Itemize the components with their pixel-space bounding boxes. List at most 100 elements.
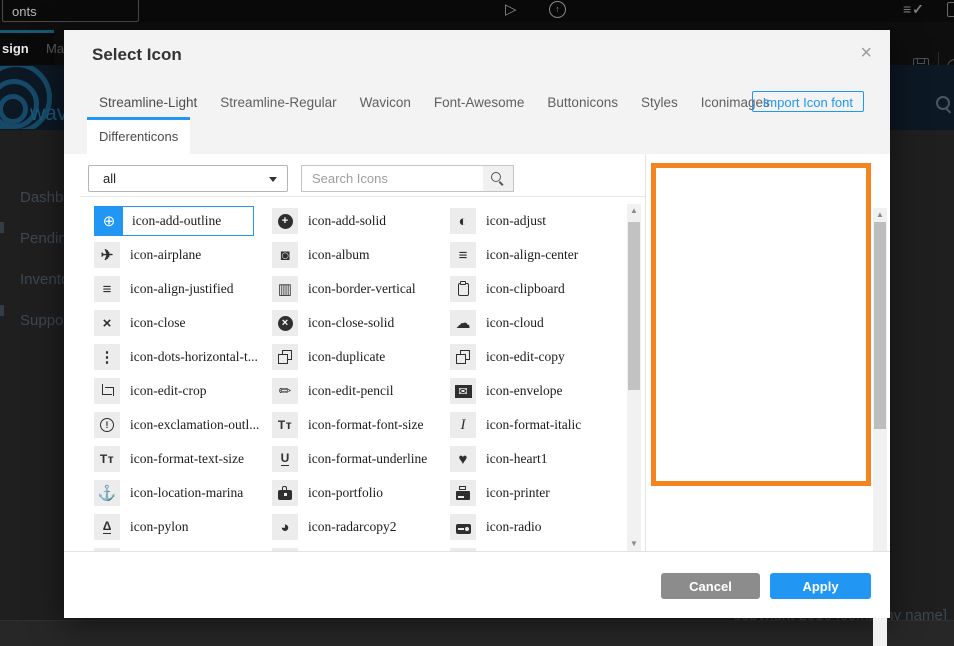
icon-format-underline-item[interactable]: Uicon-format-underline — [272, 444, 450, 474]
search-input[interactable] — [301, 165, 484, 192]
scroll-down-icon[interactable]: ▼ — [627, 539, 641, 549]
icon-close-solid-item[interactable]: × icon-close-solid — [272, 308, 450, 338]
scroll-up-icon[interactable]: ▲ — [627, 206, 641, 216]
sidebar-item-pendin[interactable]: Pendin — [20, 230, 67, 247]
search-button[interactable] — [483, 165, 514, 192]
briefcase-icon[interactable] — [947, 2, 954, 17]
icon-label: icon-envelope — [486, 383, 563, 398]
fonts-dropdown[interactable]: onts — [2, 0, 139, 22]
icon-album-item[interactable]: ◙ icon-album — [272, 240, 450, 270]
icon-exclamation-outl-item[interactable]: ! icon-exclamation-outl... — [94, 410, 272, 440]
upload-icon[interactable]: ↑ — [549, 1, 566, 18]
icon-adjust-item[interactable]: ◐ icon-adjust — [450, 206, 622, 236]
icon-printer-icon — [450, 480, 476, 506]
icon-pylon-item[interactable]: Δicon-pylon — [94, 512, 272, 542]
icon-border-vertical-icon: ▥ — [272, 276, 298, 302]
close-icon[interactable]: × — [860, 43, 872, 63]
dialog-title: Select Icon — [92, 45, 182, 64]
icon-format-italic-icon: I — [450, 412, 476, 438]
icon-label: icon-format-italic — [486, 417, 582, 432]
icon-cloud-item[interactable]: ☁ icon-cloud — [450, 308, 622, 338]
apply-button[interactable]: Apply — [770, 573, 871, 599]
icon-label: icon-add-solid — [308, 213, 386, 228]
dialog-header: Select Icon × — [64, 30, 890, 84]
icon-label: icon-align-center — [486, 247, 579, 262]
search-icon — [491, 172, 501, 182]
icon-edit-crop-item[interactable]: icon-edit-crop — [94, 376, 272, 406]
icon-format-italic-item[interactable]: Iicon-format-italic — [450, 410, 622, 440]
icon-label: icon-radio — [486, 519, 542, 534]
scroll-up-icon[interactable]: ▲ — [873, 210, 887, 220]
checklist-icon[interactable]: ≡✓ — [903, 1, 925, 18]
icon-label: icon-edit-crop — [130, 383, 207, 398]
icon-list-scrollbar[interactable]: ▲ ▼ — [627, 204, 641, 551]
icon-pylon-icon: Δ — [94, 514, 120, 540]
tab-font-awesome[interactable]: Font-Awesome — [434, 95, 525, 110]
icon-airplane-item[interactable]: ✈ icon-airplane — [94, 240, 272, 270]
import-icon-font-button[interactable]: Import Icon font — [751, 91, 864, 112]
tab-streamline-light[interactable]: Streamline-Light — [99, 95, 197, 110]
category-select[interactable]: all — [88, 165, 288, 192]
icon-dots-horizontal-t-item[interactable]: ⋮ icon-dots-horizontal-t... — [94, 342, 272, 372]
icon-duplicate-item[interactable]: icon-duplicate — [272, 342, 450, 372]
icon-label: icon-cloud — [486, 315, 544, 330]
icon-align-justified-icon: ≡ — [94, 276, 120, 302]
icon-edit-copy-icon — [450, 344, 476, 370]
tab-streamline-regular[interactable]: Streamline-Regular — [220, 95, 336, 110]
tab-differenticons[interactable]: Differenticons — [87, 120, 190, 154]
category-select-value: all — [103, 171, 117, 186]
icon-align-center-icon: ≡ — [450, 242, 476, 268]
icon-radarcopy2-item[interactable]: ◕ icon-radarcopy2 — [272, 512, 450, 542]
play-icon[interactable]: ▷ — [505, 0, 517, 18]
tab-buttonicons[interactable]: Buttonicons — [547, 95, 618, 110]
icon-label: icon-duplicate — [308, 349, 386, 364]
icon-portfolio-item[interactable]: icon-portfolio — [272, 478, 450, 508]
icon-close-item[interactable]: × icon-close — [94, 308, 272, 338]
icon-add-outline-item[interactable]: ⊕ icon-add-outline — [94, 206, 254, 236]
icon-align-center-item[interactable]: ≡ icon-align-center — [450, 240, 622, 270]
icon-border-vertical-item[interactable]: ▥ icon-border-vertical — [272, 274, 450, 304]
sidebar-icon-partial — [0, 305, 4, 316]
icon-edit-copy-item[interactable]: icon-edit-copy — [450, 342, 622, 372]
page-footer-bar — [0, 620, 954, 646]
icon-label: icon-airplane — [130, 247, 202, 262]
icon-label: icon-align-justified — [130, 281, 234, 296]
search-icon[interactable] — [936, 96, 950, 110]
sidebar-icon-partial — [0, 222, 4, 233]
tab-styles[interactable]: Styles — [641, 95, 678, 110]
dialog-footer: Cancel Apply — [64, 551, 890, 618]
scrollbar-thumb[interactable] — [874, 222, 886, 429]
icon-printer-item[interactable]: icon-printer — [450, 478, 622, 508]
icon-clipboard-icon — [450, 276, 476, 302]
divider — [645, 154, 646, 551]
icon-format-font-size-item[interactable]: Tᴛ icon-format-font-size — [272, 410, 450, 440]
icon-heart1-item[interactable]: ♥ icon-heart1 — [450, 444, 622, 474]
icon-close-solid-icon: × — [272, 310, 298, 336]
icon-align-justified-item[interactable]: ≡ icon-align-justified — [94, 274, 272, 304]
icon-album-icon: ◙ — [272, 242, 298, 268]
tab-wavicon[interactable]: Wavicon — [360, 95, 411, 110]
icon-label: icon-radarcopy2 — [308, 519, 397, 534]
icon-edit-pencil-item[interactable]: ✏ icon-edit-pencil — [272, 376, 450, 406]
icon-label: icon-edit-pencil — [308, 383, 394, 398]
icon-location-marina-item[interactable]: ⚓ icon-location-marina — [94, 478, 272, 508]
dialog-body: all ⊕ icon-add-outline + icon-add-solid ◐ ico… — [64, 154, 890, 646]
icon-label: icon-exclamation-outl... — [130, 417, 260, 432]
screen: onts ▷ ↑ ≡✓ sign Mar waven Dashbo Pendin I… — [0, 0, 954, 646]
icon-add-solid-item[interactable]: + icon-add-solid — [272, 206, 450, 236]
icon-format-text-size-item[interactable]: Tᴛ icon-format-text-size — [94, 444, 272, 474]
icon-radio-item[interactable]: icon-radio — [450, 512, 622, 542]
icon-font-tabs: Streamline-Light Streamline-Regular Wavico… — [64, 84, 890, 120]
icon-adjust-icon: ◐ — [450, 208, 476, 234]
icon-duplicate-icon — [272, 344, 298, 370]
icon-envelope-item[interactable]: ✉ icon-envelope — [450, 376, 622, 406]
icon-cloud-icon: ☁ — [450, 310, 476, 336]
scrollbar-thumb[interactable] — [628, 222, 640, 390]
cancel-button[interactable]: Cancel — [661, 573, 760, 599]
icon-label: icon-location-marina — [130, 485, 244, 500]
icon-airplane-icon: ✈ — [94, 242, 120, 268]
sidebar-item-invento[interactable]: Invento — [20, 271, 69, 288]
top-bar: onts ▷ ↑ ≡✓ — [0, 0, 954, 22]
icon-clipboard-item[interactable]: icon-clipboard — [450, 274, 622, 304]
sidebar-item-suppor[interactable]: Suppor — [20, 312, 68, 329]
